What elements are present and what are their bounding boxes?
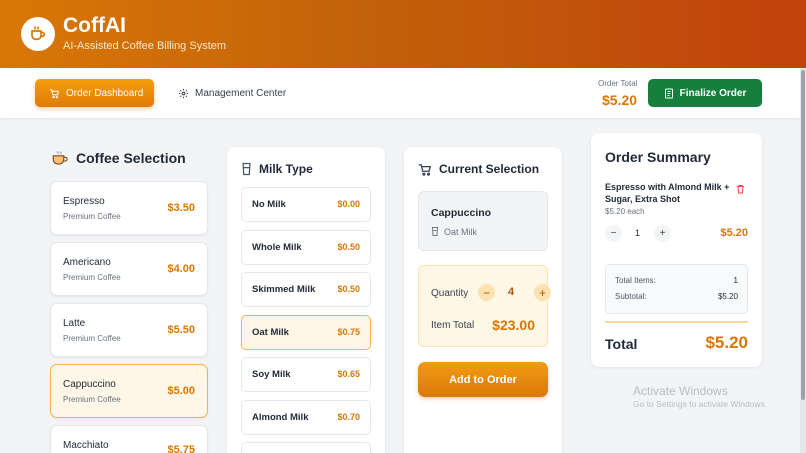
order-total-value: $5.20	[602, 92, 638, 108]
coffee-name: Cappuccino	[63, 379, 116, 390]
milk-type-title: Milk Type	[259, 162, 313, 176]
coffee-card-latte[interactable]: Latte Premium Coffee $5.50	[50, 303, 208, 357]
coffee-card-americano[interactable]: Americano Premium Coffee $4.00	[50, 242, 208, 296]
coffee-cup-icon	[52, 151, 68, 165]
milk-price: $0.75	[337, 327, 360, 337]
selected-coffee-name: Cappuccino	[431, 207, 492, 219]
selected-milk-row: Oat Milk	[431, 226, 477, 237]
app-title: CoffAI	[63, 14, 126, 37]
subtotal-value: $5.20	[717, 292, 738, 301]
coffee-name: Latte	[63, 318, 86, 329]
finalize-order-label: Finalize Order	[679, 87, 747, 99]
milk-price: $0.00	[337, 199, 360, 209]
milk-name: Whole Milk	[252, 242, 302, 253]
coffee-subtitle: Premium Coffee	[63, 212, 121, 221]
windows-activation-title: Activate Windows	[633, 384, 728, 398]
milk-card-whole-milk[interactable]: Whole Milk $0.50	[241, 230, 371, 265]
milk-name: Skimmed Milk	[252, 284, 316, 295]
summary-totals-box: Total Items: 1 Subtotal: $5.20	[605, 264, 748, 314]
coffee-name: Macchiato	[63, 440, 109, 451]
total-items-label: Total Items:	[615, 276, 656, 285]
coffee-card-macchiato[interactable]: Macchiato $5.75	[50, 425, 208, 453]
coffee-price: $4.00	[167, 263, 195, 275]
receipt-icon	[664, 88, 673, 98]
line-item-each-price: $5.20 each	[605, 207, 645, 216]
quantity-decrement-button[interactable]: −	[478, 284, 495, 301]
coffee-name: Espresso	[63, 196, 105, 207]
coffee-name: Americano	[63, 257, 111, 268]
coffee-price: $5.00	[167, 385, 195, 397]
management-center-label: Management Center	[195, 87, 287, 99]
total-label: Total	[605, 336, 638, 352]
cart-icon	[418, 163, 432, 176]
finalize-order-button[interactable]: Finalize Order	[648, 79, 762, 107]
milk-card-almond-milk[interactable]: Almond Milk $0.70	[241, 400, 371, 435]
subtotal-label: Subtotal:	[615, 292, 647, 301]
coffee-selection-heading: Coffee Selection	[51, 149, 186, 167]
current-selection-heading: Current Selection	[418, 162, 539, 176]
order-summary-title: Order Summary	[605, 149, 711, 165]
quantity-box: Quantity − 4 + Item Total $23.00	[418, 265, 551, 347]
milk-price: $0.70	[337, 412, 360, 422]
management-center-button[interactable]: Management Center	[178, 79, 286, 107]
current-selection-title: Current Selection	[439, 162, 540, 176]
coffee-card-cappuccino[interactable]: Cappuccino Premium Coffee $5.00	[50, 364, 208, 418]
quantity-increment-button[interactable]: +	[534, 284, 551, 301]
order-dashboard-button[interactable]: Order Dashboard	[35, 79, 154, 107]
coffee-price: $5.50	[167, 324, 195, 336]
item-total-value: $23.00	[492, 317, 535, 333]
line-item-price: $5.20	[720, 227, 748, 239]
line-item-increment-button[interactable]: +	[654, 225, 671, 242]
coffee-subtitle: Premium Coffee	[63, 273, 121, 282]
line-item-name: Espresso with Almond Milk + Sugar, Extra…	[605, 182, 730, 204]
milk-glass-icon	[432, 227, 438, 236]
milk-card-partial[interactable]	[241, 442, 371, 453]
trash-icon	[737, 185, 744, 194]
coffee-cup-logo-icon	[21, 17, 55, 51]
app-subtitle: AI-Assisted Coffee Billing System	[63, 40, 227, 52]
order-dashboard-label: Order Dashboard	[66, 87, 144, 99]
milk-card-soy-milk[interactable]: Soy Milk $0.65	[241, 357, 371, 392]
item-total-label: Item Total	[431, 320, 475, 331]
coffee-subtitle: Premium Coffee	[63, 395, 121, 404]
coffee-price: $3.50	[167, 202, 195, 214]
selected-item-card: Cappuccino Oat Milk	[418, 191, 548, 251]
selected-milk-name: Oat Milk	[444, 226, 478, 237]
milk-card-no-milk[interactable]: No Milk $0.00	[241, 187, 371, 222]
quantity-label: Quantity	[431, 288, 469, 299]
milk-price: $0.50	[337, 284, 360, 294]
milk-card-oat-milk[interactable]: Oat Milk $0.75	[241, 315, 371, 350]
milk-name: Almond Milk	[252, 412, 309, 423]
order-total-label: Order Total	[598, 79, 638, 88]
quantity-value: 4	[508, 286, 515, 298]
total-value: $5.20	[705, 333, 748, 352]
coffee-selection-title: Coffee Selection	[76, 150, 186, 166]
app-header: CoffAI AI-Assisted Coffee Billing System	[0, 0, 806, 68]
line-item-qty: 1	[635, 228, 641, 238]
delete-item-button[interactable]	[736, 181, 745, 199]
windows-activation-subtitle: Go to Settings to activate Windows.	[633, 399, 768, 409]
top-navbar: Order Dashboard Management Center Order …	[0, 68, 800, 118]
milk-card-skimmed-milk[interactable]: Skimmed Milk $0.50	[241, 272, 371, 307]
coffee-card-espresso[interactable]: Espresso Premium Coffee $3.50	[50, 181, 208, 235]
milk-price: $0.65	[337, 369, 360, 379]
milk-type-heading: Milk Type	[241, 162, 313, 176]
total-items-value: 1	[733, 276, 738, 285]
milk-glass-icon	[242, 162, 251, 176]
coffee-price: $5.75	[167, 444, 195, 453]
gear-icon	[178, 88, 189, 98]
order-summary-panel	[591, 133, 762, 367]
milk-name: Soy Milk	[252, 369, 291, 380]
summary-divider	[605, 321, 748, 323]
milk-name: No Milk	[252, 199, 286, 210]
milk-name: Oat Milk	[252, 327, 289, 338]
cart-icon	[49, 88, 60, 98]
milk-price: $0.50	[337, 242, 360, 252]
add-to-order-button[interactable]: Add to Order	[418, 362, 548, 397]
coffee-subtitle: Premium Coffee	[63, 334, 121, 343]
line-item-decrement-button[interactable]: −	[605, 225, 622, 242]
page-scrollbar-thumb[interactable]	[801, 70, 805, 400]
